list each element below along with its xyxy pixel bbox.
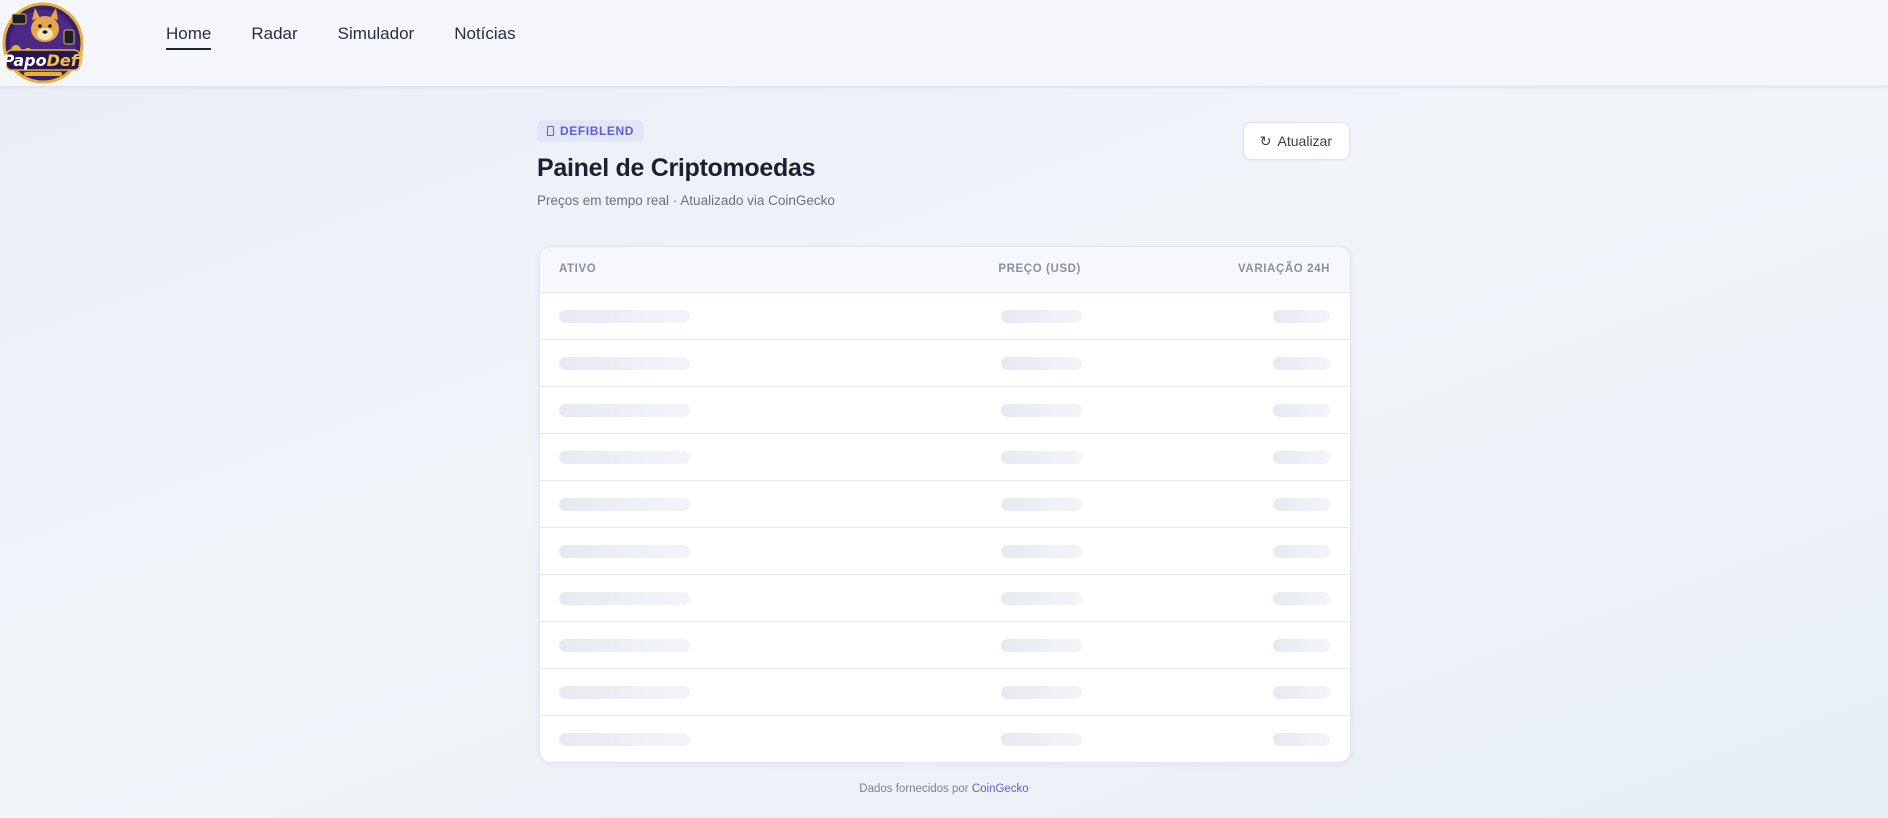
skeleton-change bbox=[1273, 404, 1330, 417]
skeleton-change bbox=[1273, 498, 1330, 511]
table-row[interactable] bbox=[540, 528, 1350, 575]
skeleton-change bbox=[1273, 357, 1330, 370]
nav-item-home[interactable]: Home bbox=[166, 24, 212, 50]
skeleton-change bbox=[1273, 686, 1330, 699]
logo-graphic: PapoDefi bbox=[2, 2, 84, 84]
skeleton-price bbox=[1001, 686, 1082, 699]
skeleton-price bbox=[1001, 451, 1082, 464]
table-row[interactable] bbox=[540, 387, 1350, 434]
table-row[interactable] bbox=[540, 716, 1350, 762]
skeleton-change bbox=[1273, 545, 1330, 558]
skeleton-asset bbox=[559, 686, 690, 699]
page-subtitle: Preços em tempo real · Atualizado via Co… bbox=[537, 193, 835, 208]
skeleton-price bbox=[1001, 357, 1082, 370]
skeleton-price bbox=[1001, 733, 1082, 746]
skeleton-asset bbox=[559, 592, 690, 605]
skeleton-price bbox=[1001, 404, 1082, 417]
skeleton-asset bbox=[559, 310, 690, 323]
column-header-price[interactable]: PREÇO (USD) bbox=[998, 263, 1081, 275]
skeleton-asset bbox=[559, 498, 690, 511]
dashboard-header: DEFIBLEND Painel de Criptomoedas Preços … bbox=[537, 120, 1350, 208]
skeleton-asset bbox=[559, 357, 690, 370]
skeleton-asset bbox=[559, 451, 690, 464]
device-icon bbox=[547, 126, 554, 136]
skeleton-change bbox=[1273, 733, 1330, 746]
table-row[interactable] bbox=[540, 669, 1350, 716]
skeleton-change bbox=[1273, 639, 1330, 652]
refresh-button[interactable]: ↻ Atualizar bbox=[1242, 122, 1350, 160]
skeleton-price bbox=[1001, 639, 1082, 652]
nav-item-simulador[interactable]: Simulador bbox=[338, 24, 415, 50]
defiblend-badge: DEFIBLEND bbox=[537, 120, 645, 142]
main-nav: Home Radar Simulador Notícias bbox=[166, 24, 516, 50]
logo-text: PapoDefi bbox=[3, 51, 84, 70]
column-header-change[interactable]: VARIAÇÃO 24H bbox=[1238, 263, 1330, 275]
coingecko-link[interactable]: CoinGecko bbox=[972, 783, 1029, 795]
page-title: Painel de Criptomoedas bbox=[537, 154, 816, 182]
badge-label: DEFIBLEND bbox=[560, 124, 635, 138]
table-row[interactable] bbox=[540, 575, 1350, 622]
crypto-table: ATIVO PREÇO (USD) VARIAÇÃO 24H bbox=[539, 246, 1351, 763]
nav-item-noticias[interactable]: Notícias bbox=[454, 24, 515, 50]
refresh-label: Atualizar bbox=[1277, 133, 1332, 149]
column-header-asset[interactable]: ATIVO bbox=[559, 263, 596, 275]
skeleton-price bbox=[1001, 310, 1082, 323]
refresh-icon: ↻ bbox=[1259, 132, 1272, 149]
table-row[interactable] bbox=[540, 434, 1350, 481]
table-header: ATIVO PREÇO (USD) VARIAÇÃO 24H bbox=[540, 247, 1350, 293]
skeleton-asset bbox=[559, 404, 690, 417]
skeleton-asset bbox=[559, 639, 690, 652]
papodefi-logo[interactable]: PapoDefi bbox=[2, 2, 84, 84]
skeleton-change bbox=[1273, 451, 1330, 464]
skeleton-asset bbox=[559, 733, 690, 746]
footer-attribution: Dados fornecidos por CoinGecko bbox=[0, 783, 1888, 795]
skeleton-price bbox=[1001, 592, 1082, 605]
table-row[interactable] bbox=[540, 622, 1350, 669]
skeleton-price bbox=[1001, 545, 1082, 558]
nav-item-radar[interactable]: Radar bbox=[251, 24, 297, 50]
table-body bbox=[540, 293, 1350, 762]
footer-text: Dados fornecidos por bbox=[859, 783, 969, 795]
skeleton-asset bbox=[559, 545, 690, 558]
skeleton-change bbox=[1273, 310, 1330, 323]
table-row[interactable] bbox=[540, 481, 1350, 528]
table-row[interactable] bbox=[540, 340, 1350, 387]
skeleton-price bbox=[1001, 498, 1082, 511]
table-row[interactable] bbox=[540, 293, 1350, 340]
top-navbar: PapoDefi Home Radar Simulador Notícias bbox=[0, 0, 1888, 87]
skeleton-change bbox=[1273, 592, 1330, 605]
